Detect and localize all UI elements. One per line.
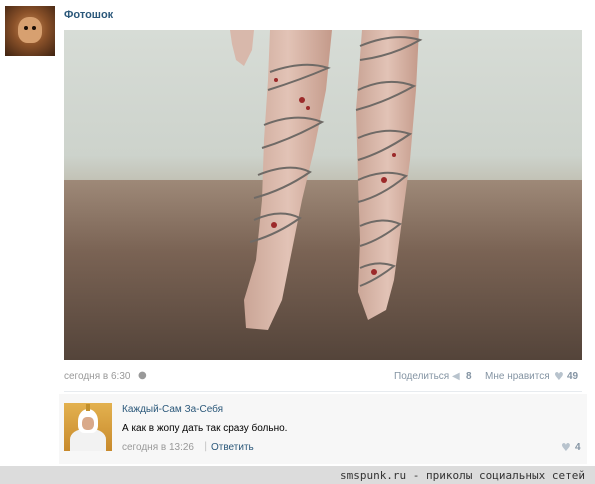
avatar-face — [18, 17, 42, 43]
heart-icon[interactable]: ♥ — [554, 370, 564, 383]
apple-icon: ● — [138, 370, 147, 381]
heart-icon[interactable]: ♥ — [561, 441, 571, 454]
share-count: 8 — [466, 371, 472, 382]
comment-separator: | — [204, 441, 208, 452]
reply-button[interactable]: Ответить — [211, 442, 254, 453]
avatar-eye-left — [24, 26, 28, 30]
like-count: 49 — [567, 371, 579, 382]
comment-like-count: 4 — [575, 442, 581, 453]
photo-illustration — [64, 30, 582, 360]
hand — [230, 30, 254, 66]
group-name-link[interactable]: Фотошок — [64, 9, 113, 21]
like-button[interactable]: Мне нравится — [485, 371, 550, 382]
comment-date[interactable]: сегодня в 13:26 — [122, 442, 194, 453]
post-photo[interactable] — [64, 30, 582, 360]
watermark-text: smspunk.ru - приколы социальных сетей — [339, 469, 585, 482]
post-date[interactable]: сегодня в 6:30 — [64, 371, 130, 382]
share-button[interactable]: Поделиться — [394, 371, 449, 382]
commenter-avatar[interactable] — [64, 403, 112, 451]
avatar-face — [82, 417, 94, 430]
group-avatar[interactable] — [5, 6, 55, 56]
avatar-cross — [86, 404, 90, 411]
comment-text: А как в жопу дать так сразу больно. — [122, 423, 288, 434]
divider — [64, 391, 582, 392]
avatar-eye-right — [32, 26, 36, 30]
commenter-name-link[interactable]: Каждый-Сам За-Себя — [122, 404, 223, 415]
megaphone-icon[interactable]: ◀ — [452, 371, 460, 382]
grass-field — [64, 180, 582, 360]
